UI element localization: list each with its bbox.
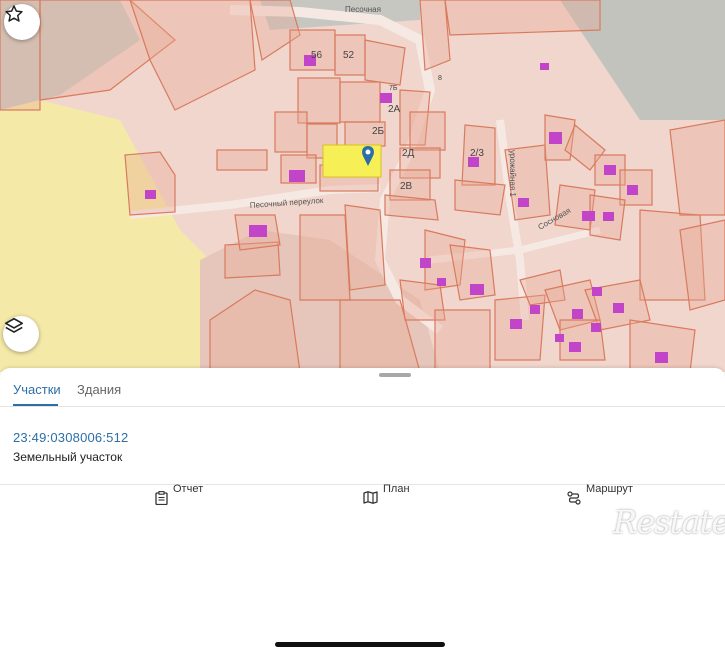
- house-number: 52: [343, 50, 355, 61]
- nav-report-label: Отчет: [173, 483, 204, 495]
- layers-icon: [4, 317, 24, 333]
- house-number: 2Б: [372, 126, 385, 137]
- tab-buildings[interactable]: Здания: [77, 382, 121, 397]
- house-number: 2В: [400, 181, 413, 192]
- house-number: 8: [438, 75, 442, 82]
- street-label-urozhainaya: урожайная 1: [508, 150, 517, 197]
- cadastral-map[interactable]: Песочная урожайная 1 Песочный переулок С…: [0, 0, 725, 372]
- house-number: 2Д: [402, 148, 415, 159]
- watermark-logo: Restate: [613, 503, 725, 541]
- nav-route-label: Маршрут: [586, 483, 633, 495]
- street-label-pesochnaya: Песочная: [345, 5, 381, 14]
- map-icon: [363, 491, 378, 504]
- nav-plan-label: План: [383, 483, 410, 495]
- house-number: 2А: [388, 104, 401, 115]
- nav-report-button[interactable]: Отчет: [155, 483, 204, 507]
- star-icon: [5, 5, 23, 22]
- parcel-type-label: Земельный участок: [13, 450, 123, 464]
- house-number: 56: [311, 50, 323, 61]
- nav-plan-button[interactable]: План: [363, 483, 410, 507]
- tabs-divider: [0, 406, 725, 407]
- house-number: 7Б: [389, 85, 398, 92]
- route-icon: [567, 491, 581, 505]
- house-number: 2/3: [470, 148, 484, 159]
- cadastral-number-link[interactable]: 23:49:0308006:512: [13, 430, 128, 445]
- sheet-grabber[interactable]: [379, 373, 411, 377]
- favorite-button[interactable]: [4, 4, 40, 40]
- tab-parcels[interactable]: Участки: [13, 382, 61, 397]
- clipboard-icon: [155, 491, 168, 505]
- layers-button[interactable]: [3, 316, 39, 352]
- map-canvas[interactable]: Песочная урожайная 1 Песочный переулок С…: [0, 0, 725, 372]
- home-indicator: [275, 642, 445, 647]
